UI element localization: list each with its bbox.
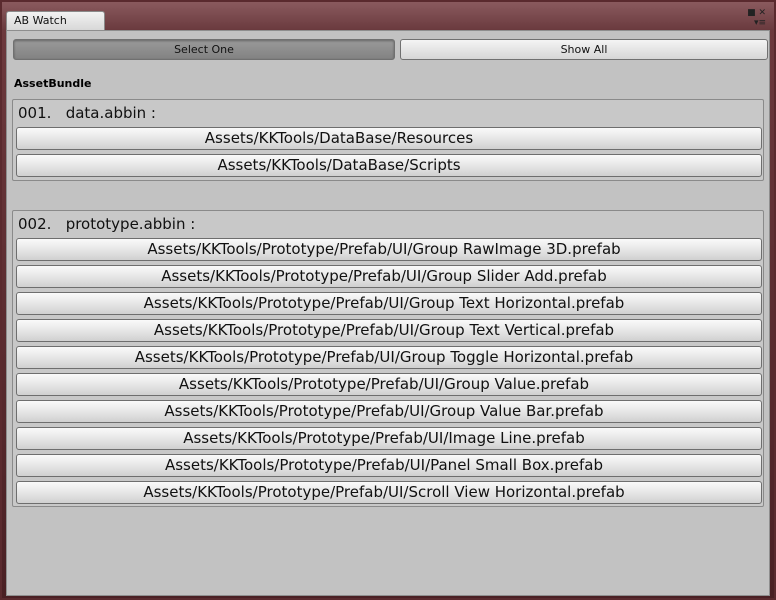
editor-window: AB Watch ■ ✕ ▾≡ Select One Show All Asse… bbox=[2, 2, 774, 598]
section-title: AssetBundle bbox=[14, 77, 92, 90]
select-one-button[interactable]: Select One bbox=[13, 39, 395, 60]
asset-item[interactable]: Assets/KKTools/Prototype/Prefab/UI/Panel… bbox=[16, 454, 762, 477]
context-menu-icon[interactable]: ▾≡ bbox=[746, 18, 766, 28]
bundle-group-prototype: 002. prototype.abbin : Assets/KKTools/Pr… bbox=[12, 210, 764, 507]
bundle-group-data: 001. data.abbin : Assets/KKTools/DataBas… bbox=[12, 99, 764, 181]
tab-bar: AB Watch ■ ✕ ▾≡ bbox=[2, 2, 774, 30]
asset-item[interactable]: Assets/KKTools/Prototype/Prefab/UI/Group… bbox=[16, 346, 762, 369]
window-menu-icon[interactable]: ■ ✕ ▾≡ bbox=[746, 8, 766, 28]
asset-item[interactable]: Assets/KKTools/Prototype/Prefab/UI/Group… bbox=[16, 238, 762, 261]
bundle-header: 002. prototype.abbin : bbox=[18, 215, 196, 233]
bundle-header: 001. data.abbin : bbox=[18, 104, 156, 122]
asset-item[interactable]: Assets/KKTools/DataBase/Scripts bbox=[16, 154, 762, 177]
asset-item[interactable]: Assets/KKTools/Prototype/Prefab/UI/Group… bbox=[16, 292, 762, 315]
asset-item[interactable]: Assets/KKTools/Prototype/Prefab/UI/Group… bbox=[16, 373, 762, 396]
show-all-button[interactable]: Show All bbox=[400, 39, 768, 60]
asset-item[interactable]: Assets/KKTools/Prototype/Prefab/UI/Group… bbox=[16, 400, 762, 423]
asset-item[interactable]: Assets/KKTools/Prototype/Prefab/UI/Scrol… bbox=[16, 481, 762, 504]
asset-item[interactable]: Assets/KKTools/Prototype/Prefab/UI/Image… bbox=[16, 427, 762, 450]
asset-item[interactable]: Assets/KKTools/Prototype/Prefab/UI/Group… bbox=[16, 319, 762, 342]
maximize-close-icon[interactable]: ■ ✕ bbox=[746, 8, 766, 18]
asset-item[interactable]: Assets/KKTools/DataBase/Resources bbox=[16, 127, 762, 150]
tab-ab-watch[interactable]: AB Watch bbox=[6, 11, 105, 30]
asset-item[interactable]: Assets/KKTools/Prototype/Prefab/UI/Group… bbox=[16, 265, 762, 288]
view-mode-toolbar: Select One Show All bbox=[10, 39, 768, 63]
ab-watch-panel: Select One Show All AssetBundle 001. dat… bbox=[6, 30, 770, 596]
